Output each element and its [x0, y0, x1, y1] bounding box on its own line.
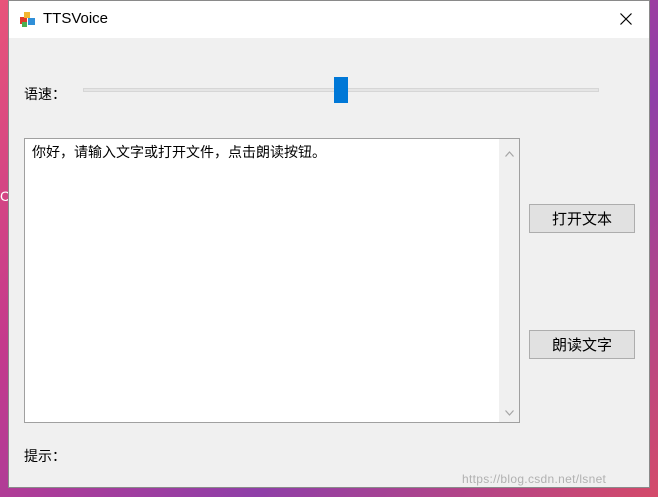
slider-thumb[interactable]	[334, 77, 348, 103]
read-aloud-button[interactable]: 朗读文字	[529, 330, 635, 359]
text-input[interactable]: 你好，请输入文字或打开文件，点击朗读按钮。	[24, 138, 520, 423]
open-file-button[interactable]: 打开文本	[529, 204, 635, 233]
close-button[interactable]	[603, 1, 649, 38]
vertical-scrollbar[interactable]	[499, 139, 519, 422]
chevron-down-icon	[504, 401, 514, 420]
speed-label: 语速：	[24, 87, 66, 103]
hint-label: 提示：	[24, 449, 66, 465]
chevron-up-icon	[504, 142, 514, 161]
watermark: https://blog.csdn.net/lsnet	[462, 472, 607, 486]
close-icon	[620, 10, 632, 29]
text-input-content: 你好，请输入文字或打开文件，点击朗读按钮。	[32, 145, 326, 161]
title-bar: TTSVoice	[9, 1, 649, 38]
scroll-up-button[interactable]	[499, 141, 519, 161]
scroll-down-button[interactable]	[499, 400, 519, 420]
tts-app-icon	[19, 10, 37, 28]
speed-slider[interactable]	[83, 75, 599, 105]
window-title: TTSVoice	[43, 10, 109, 27]
app-window: TTSVoice 语速： 你好，请输入文字或打开文件，点击朗读按钮。 打开文本 …	[8, 0, 650, 488]
